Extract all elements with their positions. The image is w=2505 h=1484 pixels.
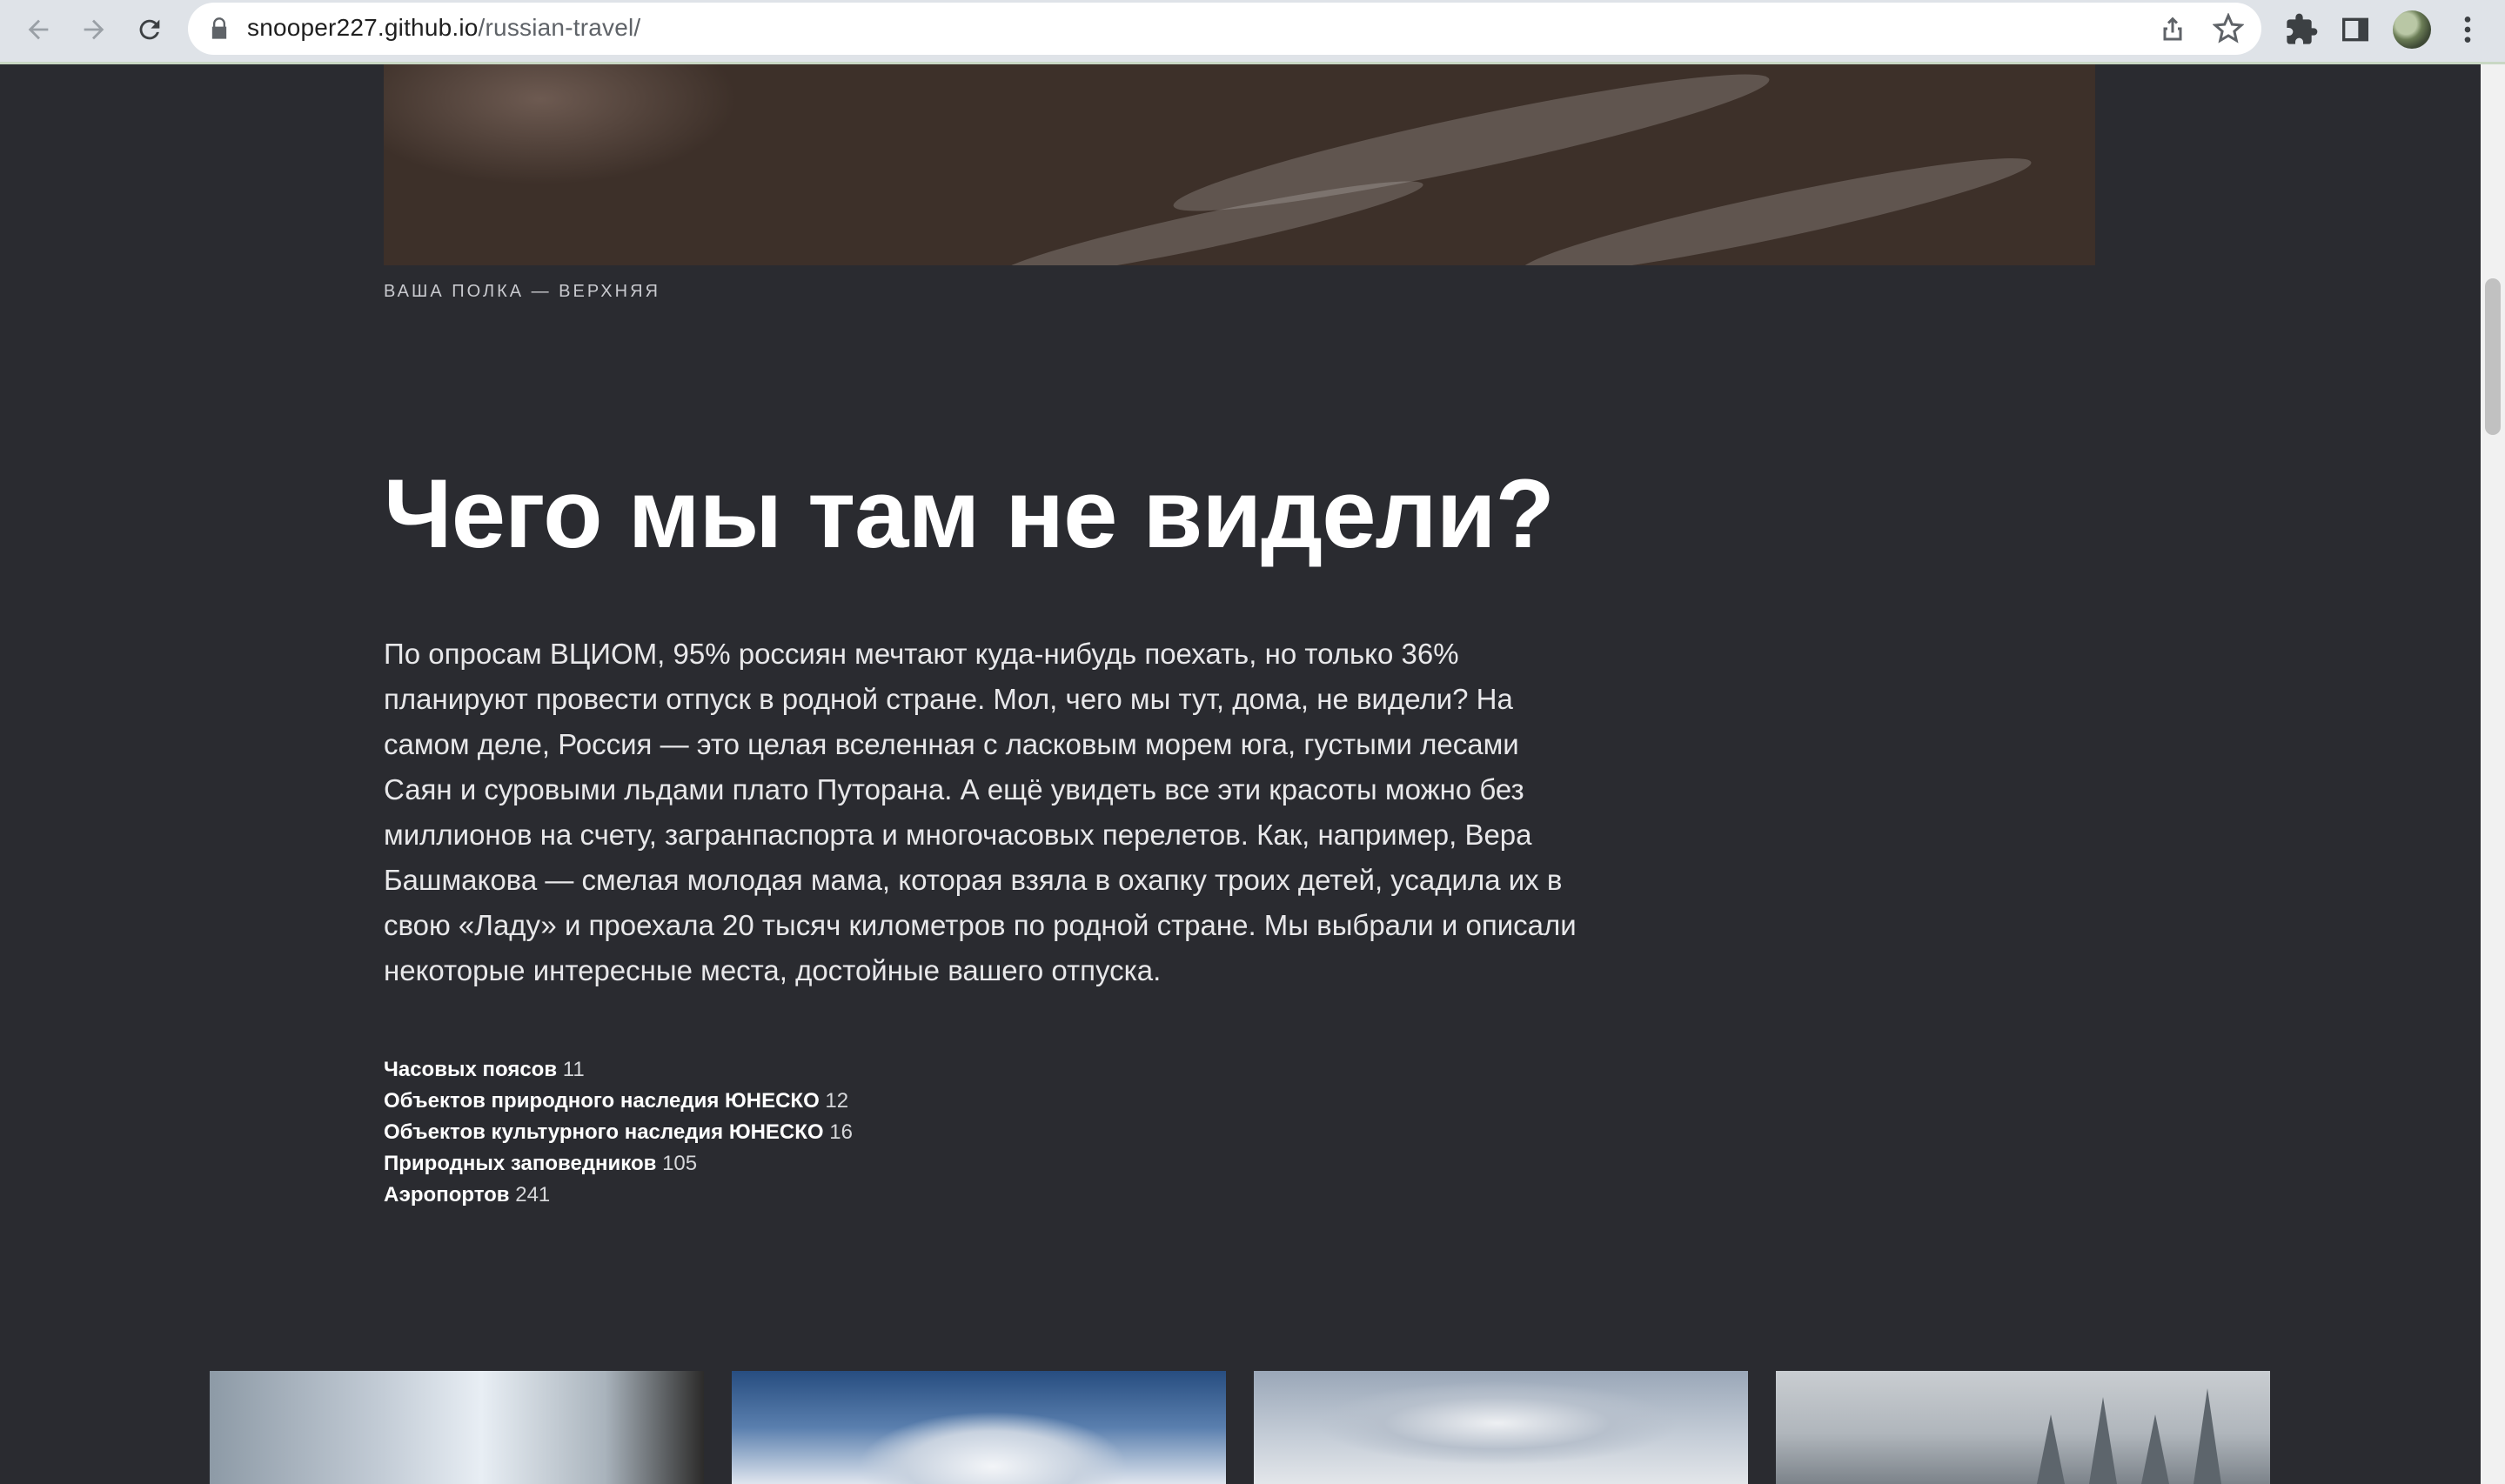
hero-caption: Ваша полка — верхняя: [384, 282, 660, 301]
gallery-image-sky: [1254, 1371, 1748, 1484]
gallery-image-train-window: [210, 1371, 704, 1484]
url-path: /russian-travel/: [478, 14, 641, 41]
stat-label: Объектов природного наследия ЮНЕСКО: [384, 1089, 820, 1113]
url-domain: snooper227.github.io: [247, 14, 479, 41]
scrollbar-track[interactable]: [2481, 64, 2505, 1484]
address-bar[interactable]: snooper227.github.io/russian-travel/: [188, 3, 2261, 55]
stat-item: Аэропортов 241: [384, 1180, 853, 1211]
browser-toolbar: snooper227.github.io/russian-travel/: [0, 0, 2505, 64]
stat-value: 241: [515, 1183, 551, 1207]
avatar[interactable]: [2393, 10, 2431, 49]
page-content: Ваша полка — верхняя Чего мы там не виде…: [0, 64, 2481, 1484]
stat-value: 105: [662, 1152, 698, 1175]
url-text: snooper227.github.io/russian-travel/: [247, 14, 640, 42]
reload-icon[interactable]: [131, 10, 169, 49]
stat-value: 11: [562, 1058, 585, 1081]
share-icon[interactable]: [2157, 13, 2188, 44]
stat-label: Природных заповедников: [384, 1152, 657, 1175]
stat-item: Природных заповедников 105: [384, 1148, 853, 1180]
scrollbar-thumb[interactable]: [2485, 278, 2501, 435]
puzzle-icon[interactable]: [2284, 12, 2319, 47]
hero-image-train-bed: [384, 64, 2095, 265]
star-icon[interactable]: [2213, 13, 2244, 44]
lock-icon[interactable]: [207, 17, 231, 41]
arrow-left-icon[interactable]: [19, 10, 57, 49]
stat-item: Часовых поясов 11: [384, 1054, 853, 1086]
stats-list: Часовых поясов 11 Объектов природного на…: [384, 1054, 853, 1211]
lead-paragraph: По опросам ВЦИОМ, 95% россиян мечтают ку…: [384, 638, 1577, 986]
stat-value: 12: [825, 1089, 849, 1113]
stat-item: Объектов культурного наследия ЮНЕСКО 16: [384, 1117, 853, 1148]
kebab-menu-icon[interactable]: [2450, 12, 2485, 47]
gallery-image-foggy-forest: [1776, 1371, 2270, 1484]
gallery-image-clouds: [732, 1371, 1226, 1484]
stat-item: Объектов природного наследия ЮНЕСКО 12: [384, 1086, 853, 1117]
stat-label: Объектов культурного наследия ЮНЕСКО: [384, 1120, 824, 1144]
stat-label: Аэропортов: [384, 1183, 510, 1207]
page-title: Чего мы там не видели?: [384, 459, 1555, 568]
stat-label: Часовых поясов: [384, 1058, 558, 1081]
arrow-right-icon[interactable]: [75, 10, 113, 49]
side-panel-icon[interactable]: [2338, 12, 2373, 47]
stat-value: 16: [829, 1120, 853, 1144]
